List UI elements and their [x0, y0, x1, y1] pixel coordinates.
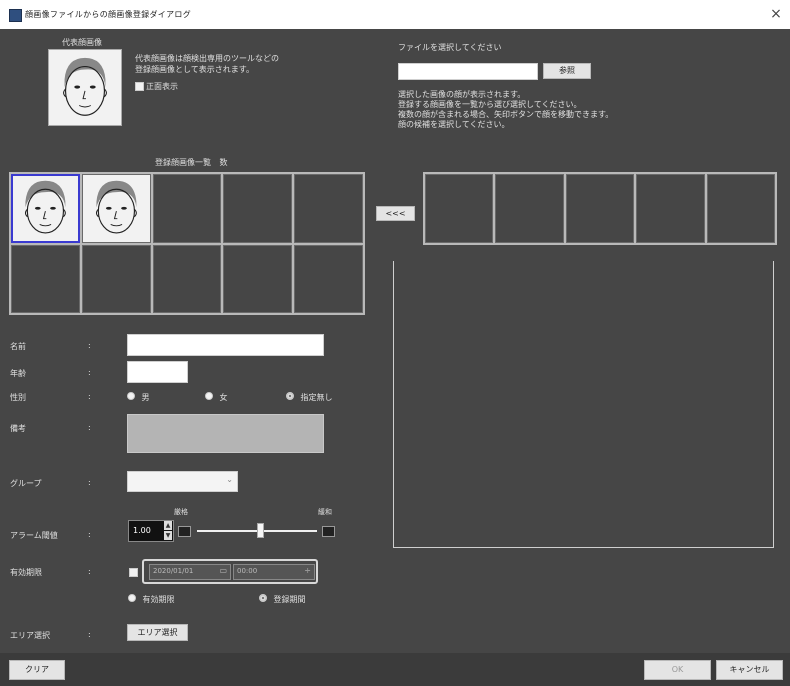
gender-colon: :: [88, 392, 91, 401]
radio-icon: [259, 594, 267, 602]
candidate-faces-grid: [423, 172, 777, 245]
group-label: グループ: [10, 479, 42, 488]
file-prompt: ファイルを選択してください: [398, 43, 502, 52]
period-date-value: 2020/01/01: [153, 567, 194, 575]
period-expiry-label: 有効期限: [142, 595, 175, 604]
registered-grid-count: 数: [219, 158, 228, 167]
threshold-colon: :: [88, 530, 91, 539]
threshold-spinbox[interactable]: 1.00 ▲ ▼: [128, 520, 174, 542]
threshold-slider[interactable]: [197, 523, 317, 539]
area-select-button[interactable]: エリア選択: [127, 624, 188, 641]
calendar-dropdown-icon[interactable]: ▭: [219, 566, 227, 575]
memo-colon: :: [88, 423, 91, 432]
threshold-high-marker-icon: [322, 526, 335, 537]
gender-radio-unspecified[interactable]: 指定無し: [286, 392, 333, 403]
age-colon: :: [88, 368, 91, 377]
app-icon: [9, 9, 22, 22]
gender-radio-female[interactable]: 女: [205, 392, 228, 403]
candidate-face-cell[interactable]: [425, 174, 494, 243]
gender-label: 性別: [10, 393, 26, 402]
gender-unspecified-label: 指定無し: [300, 393, 333, 402]
empty-face-cell[interactable]: [223, 244, 293, 313]
candidate-face-cell[interactable]: [636, 174, 705, 243]
empty-face-cell[interactable]: [294, 174, 363, 243]
period-option-registration[interactable]: 登録期間: [259, 594, 306, 605]
registered-face-cell[interactable]: [11, 174, 80, 243]
age-input[interactable]: [127, 361, 188, 383]
group-select[interactable]: ⌄: [127, 471, 238, 492]
file-path-input[interactable]: [398, 63, 538, 80]
empty-face-cell[interactable]: [81, 244, 151, 313]
representative-desc-1: 代表顔画像は顔検出専用のツールなどの: [135, 54, 279, 63]
name-label: 名前: [10, 342, 26, 351]
registered-face-cell[interactable]: [81, 174, 151, 243]
threshold-label: アラーム閾値: [10, 531, 58, 540]
clear-button[interactable]: クリア: [9, 660, 65, 680]
registered-grid-label: 登録顔画像一覧 数: [155, 157, 228, 168]
registered-grid-title: 登録顔画像一覧: [155, 158, 211, 167]
window-title: 顔画像ファイルからの顔画像登録ダイアログ: [25, 10, 191, 19]
age-label: 年齢: [10, 369, 26, 378]
face-illustration: [95, 180, 137, 234]
period-registration-label: 登録期間: [273, 595, 306, 604]
period-date-field[interactable]: 2020/01/01 ▭: [149, 564, 231, 580]
gender-radio-male[interactable]: 男: [127, 392, 150, 403]
spin-up-icon[interactable]: ▲: [164, 521, 172, 530]
browse-button[interactable]: 参照: [543, 63, 591, 79]
empty-face-cell[interactable]: [294, 244, 363, 313]
candidate-face-cell[interactable]: [565, 174, 635, 243]
radio-icon: [205, 392, 213, 400]
empty-face-cell[interactable]: [223, 174, 293, 243]
memo-label: 備考: [10, 424, 26, 433]
threshold-low-marker-icon: [178, 526, 191, 537]
threshold-high-label: 緩和: [318, 508, 332, 516]
period-checkbox[interactable]: [129, 568, 138, 577]
gender-male-label: 男: [141, 393, 150, 402]
candidate-face-cell[interactable]: [706, 174, 775, 243]
registered-faces-grid: [9, 172, 365, 315]
threshold-value: 1.00: [133, 526, 151, 535]
group-colon: :: [88, 478, 91, 487]
empty-face-cell[interactable]: [152, 244, 222, 313]
memo-textarea[interactable]: [127, 414, 324, 453]
period-label: 有効期限: [10, 568, 42, 577]
period-time-value: 00:00: [237, 567, 258, 575]
image-preview-panel: [393, 261, 774, 548]
area-label: エリア選択: [10, 631, 50, 640]
close-icon[interactable]: ×: [766, 5, 786, 23]
period-colon: :: [88, 567, 91, 576]
radio-icon: [286, 392, 294, 400]
file-help-4: 顔の候補を選択してください。: [398, 120, 510, 129]
representative-face-image: [48, 49, 122, 126]
radio-icon: [128, 594, 136, 602]
empty-face-cell[interactable]: [11, 244, 80, 313]
transfer-button[interactable]: <<<: [376, 206, 415, 221]
front-display-checkbox[interactable]: [135, 82, 144, 91]
cancel-button[interactable]: キャンセル: [716, 660, 783, 680]
period-option-expiry[interactable]: 有効期限: [128, 594, 175, 605]
face-illustration: [24, 180, 66, 234]
name-input[interactable]: [127, 334, 324, 356]
representative-label: 代表顔画像: [62, 38, 102, 47]
slider-thumb[interactable]: [257, 523, 264, 538]
title-bar: 顔画像ファイルからの顔画像登録ダイアログ ×: [0, 0, 790, 29]
front-display-label: 正面表示: [146, 82, 178, 91]
ok-button[interactable]: OK: [644, 660, 711, 680]
candidate-face-cell[interactable]: [495, 174, 564, 243]
spin-down-icon[interactable]: ▼: [164, 531, 172, 540]
gender-female-label: 女: [219, 393, 228, 402]
face-illustration: [63, 57, 107, 116]
radio-icon: [127, 392, 135, 400]
threshold-low-label: 厳格: [174, 508, 188, 516]
representative-desc-2: 登録顔画像として表示されます。: [135, 65, 254, 74]
empty-face-cell[interactable]: [152, 174, 222, 243]
name-colon: :: [88, 341, 91, 350]
period-datetime-group: 2020/01/01 ▭ 00:00 ÷: [142, 559, 318, 584]
area-colon: :: [88, 630, 91, 639]
chevron-down-icon: ⌄: [226, 475, 233, 484]
time-spin-icon[interactable]: ÷: [304, 566, 311, 575]
period-time-field[interactable]: 00:00 ÷: [233, 564, 315, 580]
